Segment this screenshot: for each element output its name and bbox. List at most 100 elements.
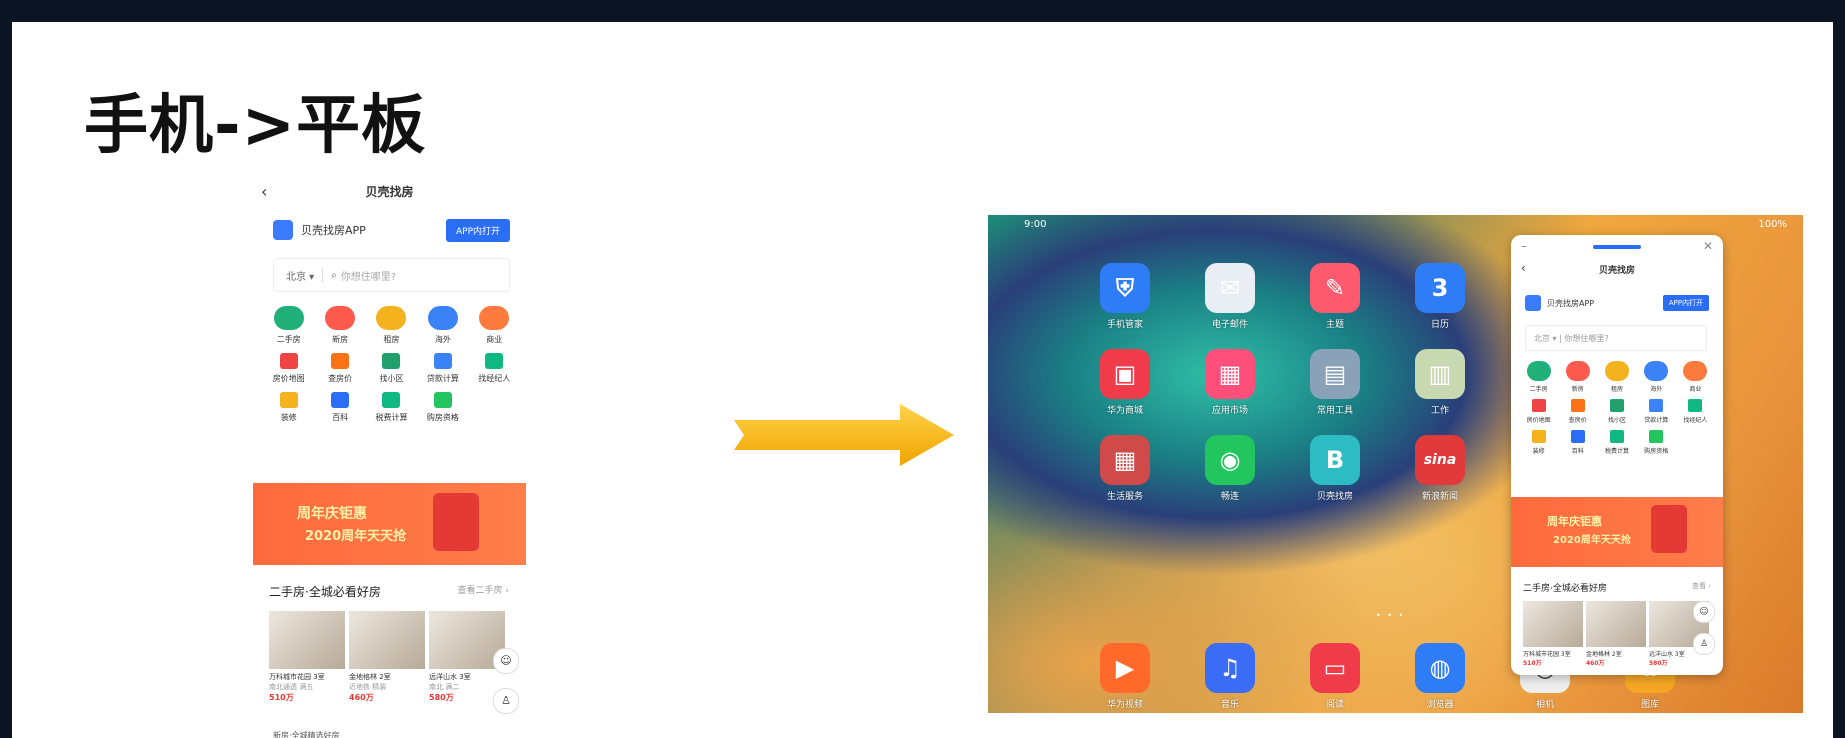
city-selector[interactable]: 北京 ▾ — [286, 268, 314, 283]
floating-window[interactable]: – ✕ ‹ 贝壳找房 贝壳找房APP APP内打开 北京 ▾ | 你想住哪里? … — [1511, 235, 1723, 675]
floating-category-item[interactable]: 查房价 — [1558, 399, 1597, 424]
category-label: 二手房 — [276, 335, 301, 344]
promo-banner[interactable]: 周年庆钜惠 2020周年天天抢 — [253, 483, 526, 565]
open-in-app-button[interactable]: APP内打开 — [445, 218, 510, 242]
category-label: 税费计算 — [375, 413, 408, 422]
category-grid: 二手房 新房 租房 海外 商业房价地图 查房价 找小区 贷款计算 找经纪人装修 百科 税费计算 购房资… — [253, 292, 526, 423]
app-icon: ◉ — [1205, 435, 1255, 485]
category-icon — [433, 392, 452, 408]
category-item[interactable]: 购房资格 — [417, 392, 468, 423]
category-label: 百科 — [1571, 448, 1584, 455]
floating-category-item[interactable]: 二手房 — [1519, 361, 1558, 393]
floating-category-item[interactable]: 贷款计算 — [1637, 399, 1676, 424]
floating-section-more[interactable]: 查看 › — [1692, 581, 1711, 594]
dock-app[interactable]: ▶ 华为视频 — [1090, 643, 1160, 710]
category-label: 找小区 — [1607, 417, 1626, 424]
category-icon — [382, 392, 401, 408]
minimize-icon[interactable]: – — [1521, 239, 1527, 253]
section-more-link[interactable]: 查看二手房 › — [458, 583, 509, 600]
home-app[interactable]: ▥ 工作 — [1405, 349, 1475, 416]
floating-category-item[interactable]: 商业 — [1676, 361, 1715, 393]
app-label: 日历 — [1430, 320, 1449, 330]
floating-banner-subline: 2020周年天天抢 — [1553, 535, 1631, 546]
dock-app[interactable]: ▭ 阅读 — [1300, 643, 1370, 710]
home-app[interactable]: ⛨ 手机管家 — [1090, 263, 1160, 330]
home-app[interactable]: ▦ 应用市场 — [1195, 349, 1265, 416]
home-app[interactable]: ▤ 常用工具 — [1300, 349, 1370, 416]
category-item[interactable]: 百科 — [314, 392, 365, 423]
gift-box-icon — [433, 493, 479, 551]
app-label: 华为商城 — [1106, 406, 1143, 416]
app-icon: ▣ — [1100, 349, 1150, 399]
search-placeholder: 你想住哪里? — [340, 271, 397, 283]
floating-category-item[interactable]: 百科 — [1558, 430, 1597, 455]
app-label: 华为视频 — [1106, 700, 1143, 710]
tablet-screenshot: 9:00 100% ⛨ 手机管家 ✉ 电子邮件 ✎ 主题 3 日历 ▣ 华为商城 ▦ 应用市场 ▤ 常用工… — [988, 215, 1803, 713]
floating-category-item[interactable]: 找小区 — [1597, 399, 1636, 424]
floating-listing-card[interactable]: 金地格林 2室 460万 — [1586, 601, 1646, 667]
category-icon — [331, 392, 350, 408]
floating-section-header: 二手房·全城必看好房 查看 › — [1523, 581, 1711, 594]
floating-category-item[interactable]: 购房资格 — [1637, 430, 1676, 455]
category-item[interactable]: 二手房 — [263, 306, 314, 345]
floating-category-item[interactable]: 装修 — [1519, 430, 1558, 455]
window-drag-handle[interactable] — [1593, 245, 1641, 249]
app-icon: ⛨ — [1100, 263, 1150, 313]
search-divider — [322, 268, 324, 282]
home-app[interactable]: ✎ 主题 — [1300, 263, 1370, 330]
category-label: 装修 — [280, 413, 297, 422]
category-item[interactable]: 新房 — [314, 306, 365, 345]
listing-card[interactable]: 金地格林 2室 近地铁 精装 460万 — [349, 611, 425, 703]
dock-app[interactable]: ◍ 浏览器 — [1405, 643, 1475, 710]
person-icon[interactable]: ♙ — [493, 688, 519, 714]
listing-title: 金地格林 2室 — [1586, 651, 1622, 658]
search-bar[interactable]: 北京 ▾ ⌕ 你想住哪里? — [273, 258, 510, 292]
home-app[interactable]: ▦ 生活服务 — [1090, 435, 1160, 502]
category-icon — [1688, 399, 1703, 412]
floating-promo-banner[interactable]: 周年庆钜惠 2020周年天天抢 — [1511, 497, 1723, 567]
category-item[interactable]: 租房 — [366, 306, 417, 345]
home-app[interactable]: B 贝壳找房 — [1300, 435, 1370, 502]
chat-icon[interactable]: ☺ — [493, 648, 519, 674]
floating-category-item[interactable]: 找经纪人 — [1676, 399, 1715, 424]
category-item[interactable]: 房价地图 — [263, 353, 314, 384]
home-app[interactable]: 3 日历 — [1405, 263, 1475, 330]
listing-card[interactable]: 万科城市花园 3室 南北通透 满五 510万 — [269, 611, 345, 703]
category-item[interactable]: 装修 — [263, 392, 314, 423]
floating-category-item[interactable]: 税费计算 — [1597, 430, 1636, 455]
home-app[interactable]: sina 新浪新闻 — [1405, 435, 1475, 502]
home-app[interactable]: ✉ 电子邮件 — [1195, 263, 1265, 330]
category-item[interactable]: 海外 — [417, 306, 468, 345]
category-item[interactable]: 商业 — [469, 306, 520, 345]
app-icon: ▦ — [1100, 435, 1150, 485]
home-app[interactable]: ◉ 畅连 — [1195, 435, 1265, 502]
search-icon: ⌕ — [331, 269, 337, 281]
category-item[interactable]: 贷款计算 — [417, 353, 468, 384]
close-icon[interactable]: ✕ — [1703, 239, 1713, 253]
category-icon — [376, 306, 407, 330]
category-icon — [1644, 361, 1669, 381]
app-icon: ▭ — [1310, 643, 1360, 693]
category-label: 新房 — [332, 335, 349, 344]
app-label: 畅连 — [1220, 492, 1239, 502]
floating-listing-card[interactable]: 万科城市花园 3室 510万 — [1523, 601, 1583, 667]
floating-category-item[interactable]: 房价地图 — [1519, 399, 1558, 424]
floating-category-item[interactable]: 海外 — [1637, 361, 1676, 393]
category-item[interactable]: 查房价 — [314, 353, 365, 384]
floating-search-bar[interactable]: 北京 ▾ | 你想住哪里? — [1525, 325, 1707, 351]
app-label: 常用工具 — [1316, 406, 1353, 416]
dock-app[interactable]: ♫ 音乐 — [1195, 643, 1265, 710]
category-item[interactable]: 找经纪人 — [469, 353, 520, 384]
back-arrow-icon[interactable]: ‹ — [261, 182, 267, 201]
chat-icon[interactable]: ☺ — [1693, 601, 1715, 623]
category-item[interactable]: 找小区 — [366, 353, 417, 384]
floating-open-button[interactable]: APP内打开 — [1662, 295, 1709, 311]
floating-category-item[interactable]: 租房 — [1597, 361, 1636, 393]
home-app[interactable]: ▣ 华为商城 — [1090, 349, 1160, 416]
app-label: 主题 — [1325, 320, 1344, 330]
app-label: 相机 — [1535, 700, 1554, 710]
person-icon[interactable]: ♙ — [1693, 633, 1715, 655]
floating-category-item[interactable]: 新房 — [1558, 361, 1597, 393]
floating-category-grid: 二手房 新房 租房 海外 商业房价地图 查房价 找小区 贷款计算 找经纪人装修 百科 税费计算 购房资… — [1519, 361, 1715, 455]
category-item[interactable]: 税费计算 — [366, 392, 417, 423]
